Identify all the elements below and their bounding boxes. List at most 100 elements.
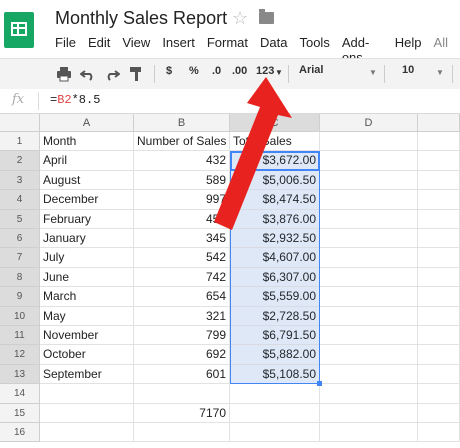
cell-d[interactable] [320, 132, 418, 152]
cell-b[interactable] [134, 423, 230, 443]
cell-b[interactable]: 456 [134, 209, 230, 229]
cell-d[interactable] [320, 306, 418, 326]
cell-b[interactable] [134, 384, 230, 404]
cell-e[interactable] [418, 287, 460, 307]
cell-d[interactable] [320, 170, 418, 191]
cell-d[interactable] [320, 364, 418, 385]
column-header-empty[interactable] [418, 114, 460, 132]
cell-a[interactable]: May [40, 306, 134, 326]
cell-a[interactable] [40, 384, 134, 404]
percent-format-button[interactable]: % [189, 65, 199, 77]
cell-a[interactable]: December [40, 190, 134, 210]
cell-c[interactable]: $5,559.00 [230, 287, 320, 307]
cell-c[interactable]: $3,876.00 [230, 209, 320, 229]
cell-d[interactable] [320, 209, 418, 229]
row-header[interactable]: 14 [0, 384, 40, 404]
cell-a[interactable]: August [40, 170, 134, 191]
cell-b[interactable]: 542 [134, 248, 230, 268]
row-header[interactable]: 15 [0, 403, 40, 423]
cell-c[interactable] [230, 384, 320, 404]
chevron-down-icon[interactable]: ▼ [369, 68, 377, 77]
cell-b[interactable]: Number of Sales [134, 132, 230, 152]
cell-a[interactable]: October [40, 345, 134, 365]
cell-b[interactable]: 742 [134, 267, 230, 288]
cell-c[interactable] [230, 423, 320, 443]
cell-a[interactable]: July [40, 248, 134, 268]
sheets-logo-icon[interactable] [4, 12, 34, 48]
row-header[interactable]: 3 [0, 170, 40, 191]
cell-c[interactable]: $6,307.00 [230, 267, 320, 288]
cell-a[interactable] [40, 423, 134, 443]
row-header[interactable]: 12 [0, 345, 40, 365]
cell-c[interactable]: $6,791.50 [230, 326, 320, 346]
cell-d[interactable] [320, 345, 418, 365]
cell-d[interactable] [320, 403, 418, 423]
undo-icon[interactable] [80, 66, 96, 82]
cell-c[interactable]: $2,728.50 [230, 306, 320, 326]
row-header[interactable]: 7 [0, 248, 40, 268]
row-header[interactable]: 8 [0, 267, 40, 288]
cell-c[interactable]: $3,672.00 [230, 151, 320, 171]
cell-e[interactable] [418, 306, 460, 326]
cell-e[interactable] [418, 423, 460, 443]
cell-a[interactable]: April [40, 151, 134, 171]
cell-c[interactable] [230, 403, 320, 423]
font-select[interactable]: Arial [299, 64, 323, 76]
cell-a[interactable]: Month [40, 132, 134, 152]
folder-icon[interactable] [259, 9, 274, 24]
cell-b[interactable]: 601 [134, 364, 230, 385]
cell-e[interactable] [418, 151, 460, 171]
row-header[interactable]: 5 [0, 209, 40, 229]
cell-a[interactable]: September [40, 364, 134, 385]
cell-e[interactable] [418, 209, 460, 229]
row-header[interactable]: 10 [0, 306, 40, 326]
cell-d[interactable] [320, 248, 418, 268]
paint-format-icon[interactable] [128, 66, 144, 82]
cell-e[interactable] [418, 170, 460, 191]
row-header[interactable]: 11 [0, 326, 40, 346]
cell-d[interactable] [320, 229, 418, 249]
star-icon[interactable]: ☆ [232, 8, 248, 29]
cell-b[interactable]: 692 [134, 345, 230, 365]
cell-b[interactable]: 7170 [134, 403, 230, 423]
cell-b[interactable]: 799 [134, 326, 230, 346]
cell-d[interactable] [320, 423, 418, 443]
cell-c[interactable]: $5,882.00 [230, 345, 320, 365]
font-size-select[interactable]: 10 [402, 64, 414, 76]
cell-c[interactable]: $5,108.50 [230, 364, 320, 385]
select-all-corner[interactable] [0, 114, 40, 132]
cell-b[interactable]: 321 [134, 306, 230, 326]
currency-format-button[interactable]: $ [166, 65, 172, 77]
cell-e[interactable] [418, 364, 460, 385]
cell-a[interactable]: January [40, 229, 134, 249]
cell-c[interactable]: $8,474.50 [230, 190, 320, 210]
cell-a[interactable]: November [40, 326, 134, 346]
chevron-down-icon[interactable]: ▼ [275, 68, 283, 77]
column-header-b[interactable]: B [134, 114, 230, 132]
cell-e[interactable] [418, 384, 460, 404]
cell-e[interactable] [418, 248, 460, 268]
cell-c[interactable]: Total Sales [230, 132, 320, 152]
row-header[interactable]: 4 [0, 190, 40, 210]
cell-e[interactable] [418, 267, 460, 288]
row-header[interactable]: 1 [0, 132, 40, 152]
cell-d[interactable] [320, 151, 418, 171]
more-formats-button[interactable]: 123 [256, 65, 274, 77]
cell-a[interactable]: February [40, 209, 134, 229]
cell-b[interactable]: 589 [134, 170, 230, 191]
row-header[interactable]: 16 [0, 423, 40, 443]
cell-d[interactable] [320, 384, 418, 404]
increase-decimal-button[interactable]: .00 [232, 65, 247, 77]
document-title[interactable]: Monthly Sales Report [55, 8, 227, 29]
cell-e[interactable] [418, 229, 460, 249]
cell-a[interactable]: June [40, 267, 134, 288]
cell-e[interactable] [418, 403, 460, 423]
cell-b[interactable]: 997 [134, 190, 230, 210]
column-header-a[interactable]: A [40, 114, 134, 132]
row-header[interactable]: 9 [0, 287, 40, 307]
print-icon[interactable] [56, 66, 72, 82]
cell-b[interactable]: 654 [134, 287, 230, 307]
cell-e[interactable] [418, 190, 460, 210]
row-header[interactable]: 2 [0, 151, 40, 171]
cell-e[interactable] [418, 345, 460, 365]
